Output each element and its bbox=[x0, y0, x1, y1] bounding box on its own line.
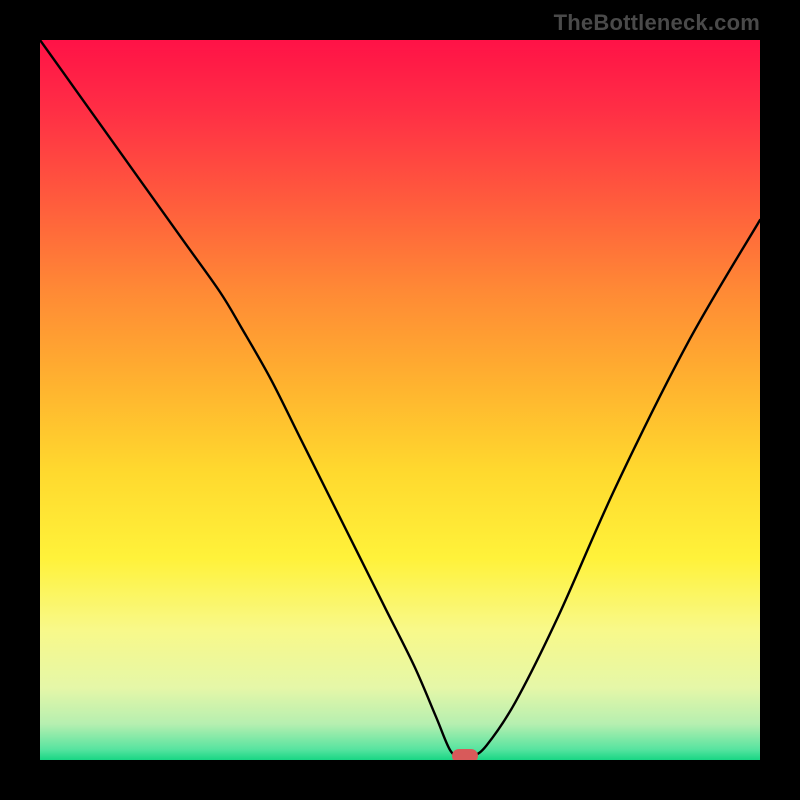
minimum-marker bbox=[452, 749, 478, 760]
bottleneck-curve bbox=[40, 40, 760, 757]
watermark-text: TheBottleneck.com bbox=[554, 10, 760, 36]
